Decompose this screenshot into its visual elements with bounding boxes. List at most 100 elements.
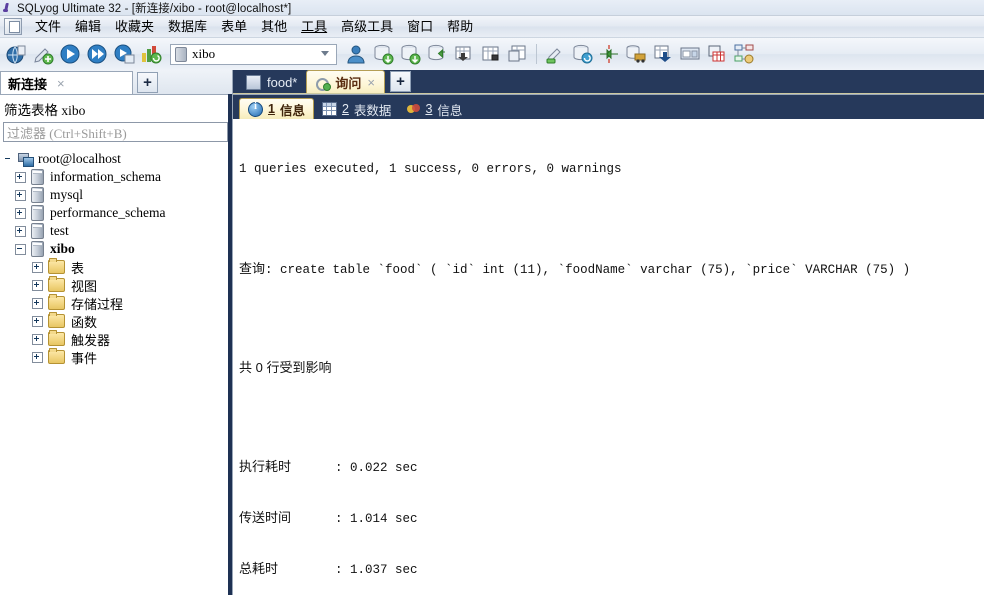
- menu-item-advanced-tools[interactable]: 高级工具: [334, 18, 400, 36]
- editor-area: food* 询问 × + 自动完成：[Tab]-> 下一个标签，[Ctrl+Sp…: [233, 70, 984, 595]
- tree-item-label: 触发器: [71, 332, 111, 348]
- menu-item-window[interactable]: 窗口: [400, 18, 440, 36]
- tree-item-xibo[interactable]: xibo: [4, 240, 232, 258]
- tree-item-root[interactable]: root@localhost: [4, 150, 232, 168]
- database-icon: [31, 223, 44, 239]
- tree-item-mysql[interactable]: mysql: [4, 186, 232, 204]
- expander-plus-icon[interactable]: [32, 279, 43, 291]
- expander-plus-icon[interactable]: [32, 261, 43, 273]
- menu-item-help[interactable]: 帮助: [440, 18, 480, 36]
- import-data-icon[interactable]: [370, 41, 396, 67]
- tree-item-triggers[interactable]: 触发器: [4, 330, 232, 348]
- sqlyog-logo-icon: [2, 2, 14, 14]
- backup-database-icon[interactable]: [451, 41, 477, 67]
- tree-item-stored-procedures[interactable]: 存储过程: [4, 294, 232, 312]
- add-connection-icon[interactable]: [30, 41, 56, 67]
- tree-item-performance-schema[interactable]: performance_schema: [4, 204, 232, 222]
- menu-item-database[interactable]: 数据库: [161, 18, 214, 36]
- manage-users-icon[interactable]: [343, 41, 369, 67]
- table-diagnostics-icon[interactable]: [704, 41, 730, 67]
- tab-label: 询问: [335, 75, 362, 91]
- export-as-csv-icon[interactable]: [650, 41, 676, 67]
- tree-item-test[interactable]: test: [4, 222, 232, 240]
- menu-item-other[interactable]: 其他: [254, 18, 294, 36]
- export-data-1-icon[interactable]: [397, 41, 423, 67]
- export-data-2-icon[interactable]: [424, 41, 450, 67]
- schema-sync-icon[interactable]: [569, 41, 595, 67]
- close-icon[interactable]: ×: [57, 76, 65, 91]
- tab-food[interactable]: food*: [237, 71, 306, 93]
- expander-plus-icon[interactable]: [15, 171, 26, 183]
- menu-item-form[interactable]: 表单: [214, 18, 254, 36]
- tab-result-info-3[interactable]: 3 信息: [399, 99, 470, 119]
- tree-item-label: information_schema: [50, 169, 161, 184]
- tab-result-table-data[interactable]: 2 表数据: [314, 99, 399, 119]
- close-icon[interactable]: ×: [367, 75, 375, 90]
- folder-icon: [48, 348, 65, 364]
- tree-item-label: xibo: [50, 241, 75, 256]
- tree-item-events[interactable]: 事件: [4, 348, 232, 366]
- data-sync-icon[interactable]: [596, 41, 622, 67]
- connection-tab-label: 新连接: [8, 76, 48, 92]
- database-select[interactable]: xibo: [170, 43, 337, 65]
- filter-placeholder: 过滤器 (Ctrl+Shift+B): [7, 125, 127, 141]
- new-connection-tab-button[interactable]: +: [137, 72, 158, 93]
- schema-designer-icon[interactable]: [731, 41, 757, 67]
- main-toolbar: xibo: [0, 38, 984, 71]
- tab-label: food*: [267, 74, 298, 90]
- tree-item-views[interactable]: 视图: [4, 276, 232, 294]
- tab-result-info-1[interactable]: 1 信息: [239, 98, 314, 119]
- expander-icon: [4, 155, 13, 164]
- expander-minus-icon[interactable]: [15, 243, 26, 255]
- restore-table-icon[interactable]: [478, 41, 504, 67]
- database-icon: [31, 187, 44, 203]
- query-builder-icon[interactable]: [677, 41, 703, 67]
- main-body: 新连接 × + 筛选表格 xibo 过滤器 (Ctrl+Shift+B) roo…: [0, 70, 984, 595]
- sidebar-scrollbar[interactable]: [228, 94, 232, 595]
- filter-table-label: 筛选表格 xibo: [4, 103, 86, 118]
- timing-label: 传送时间: [239, 510, 292, 525]
- expander-plus-icon[interactable]: [32, 297, 43, 309]
- result-timing-transfer: 传送时间: 1.014 sec: [239, 509, 984, 526]
- expander-plus-icon[interactable]: [15, 207, 26, 219]
- expander-plus-icon[interactable]: [15, 225, 26, 237]
- menu-item-edit[interactable]: 编辑: [68, 18, 108, 36]
- chevron-down-icon[interactable]: [321, 50, 329, 56]
- tab-query[interactable]: 询问 ×: [306, 70, 385, 93]
- database-icon: [175, 46, 187, 62]
- filter-input[interactable]: 过滤器 (Ctrl+Shift+B): [3, 122, 228, 142]
- new-query-tab-button[interactable]: +: [389, 71, 411, 92]
- connection-tab-new[interactable]: 新连接 ×: [0, 71, 133, 94]
- execute-query-current-icon[interactable]: [111, 41, 137, 67]
- object-browser-panel: 新连接 × + 筛选表格 xibo 过滤器 (Ctrl+Shift+B) roo…: [0, 70, 233, 595]
- execute-all-queries-icon[interactable]: [84, 41, 110, 67]
- scheduled-backup-icon[interactable]: [623, 41, 649, 67]
- grid-icon: [321, 102, 337, 116]
- result-spacer: [239, 212, 984, 226]
- execute-query-icon[interactable]: [57, 41, 83, 67]
- menu-item-file[interactable]: 文件: [28, 18, 68, 36]
- expander-plus-icon[interactable]: [32, 333, 43, 345]
- results-output[interactable]: 1 queries executed, 1 success, 0 errors,…: [233, 119, 984, 595]
- tree-item-functions[interactable]: 函数: [4, 312, 232, 330]
- table-icon: [246, 74, 261, 90]
- result-query-label: 查询: [239, 261, 266, 276]
- toolbar-separator: [536, 44, 537, 64]
- expander-plus-icon[interactable]: [32, 351, 43, 363]
- tree-item-information-schema[interactable]: information_schema: [4, 168, 232, 186]
- database-icon: [31, 241, 44, 257]
- tab-number: 3: [425, 102, 433, 116]
- expander-plus-icon[interactable]: [15, 189, 26, 201]
- menu-item-favorites[interactable]: 收藏夹: [108, 18, 161, 36]
- sql-formatter-icon[interactable]: [542, 41, 568, 67]
- tree-item-tables[interactable]: 表: [4, 258, 232, 276]
- connection-tab-bar: 新连接 × +: [0, 70, 232, 95]
- table-grid-icon[interactable]: [505, 41, 531, 67]
- menu-item-tools[interactable]: 工具: [294, 18, 334, 36]
- tab-number: 1: [268, 102, 275, 116]
- app-menu-icon[interactable]: [4, 18, 22, 35]
- new-connection-icon[interactable]: [3, 41, 29, 67]
- refresh-objects-icon[interactable]: [138, 41, 164, 67]
- expander-plus-icon[interactable]: [32, 315, 43, 327]
- info-icon: [248, 101, 263, 117]
